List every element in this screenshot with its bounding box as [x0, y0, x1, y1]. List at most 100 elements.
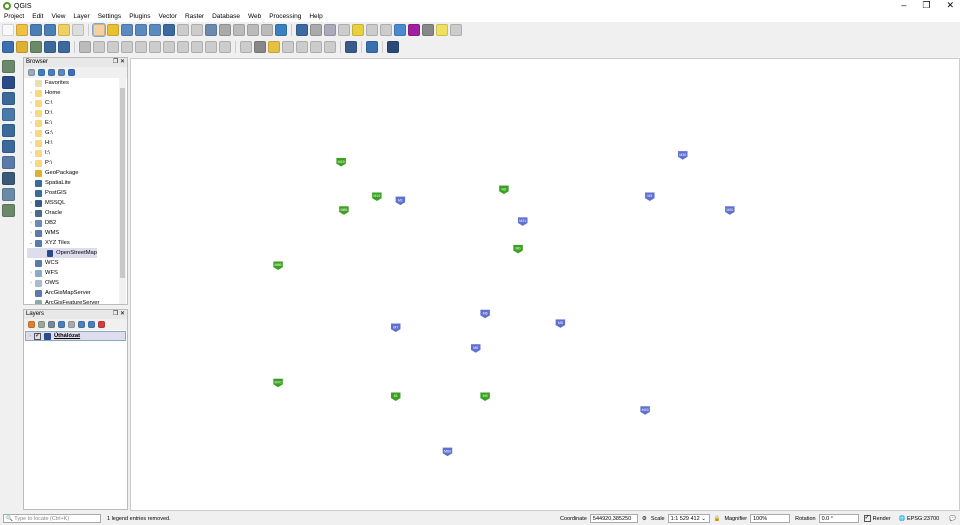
expand-arrow-icon[interactable]: ›: [27, 280, 35, 286]
crs-button[interactable]: 🌐 EPSG:23700: [899, 516, 940, 522]
add-raster-layer-icon[interactable]: [2, 76, 15, 89]
layout-manager-icon[interactable]: [72, 24, 84, 36]
browser-scrollbar[interactable]: [119, 78, 126, 304]
pin-labels-icon[interactable]: [254, 41, 266, 53]
float-panel-icon[interactable]: ❐: [113, 59, 118, 65]
add-postgis-icon[interactable]: [2, 140, 15, 153]
select-icon[interactable]: [324, 24, 336, 36]
rotation-spinbox[interactable]: 0.0 °: [818, 514, 859, 523]
layer-item[interactable]: › ✓ Úthálózat: [25, 331, 126, 341]
zoom-layer-icon[interactable]: [191, 24, 203, 36]
add-mesh-layer-icon[interactable]: [2, 92, 15, 105]
toggle-extents-icon[interactable]: ⚙: [642, 516, 647, 522]
help-icon[interactable]: [387, 41, 399, 53]
browser-item[interactable]: › DB2: [27, 218, 127, 228]
add-delimited-text-icon[interactable]: [2, 108, 15, 121]
zoom-next-icon[interactable]: [219, 24, 231, 36]
label-icon[interactable]: [240, 41, 252, 53]
browser-item[interactable]: SpatiaLite: [27, 178, 127, 188]
collapse-icon[interactable]: [58, 69, 65, 76]
pan-to-selection-icon[interactable]: [107, 24, 119, 36]
magnifier-spinbox[interactable]: 100%: [750, 514, 791, 523]
browser-item[interactable]: WCS: [27, 258, 127, 268]
filter-expression-icon[interactable]: [68, 321, 75, 328]
menu-processing[interactable]: Processing: [265, 12, 305, 22]
menu-database[interactable]: Database: [208, 12, 244, 22]
menu-view[interactable]: View: [47, 12, 69, 22]
browser-item[interactable]: › C:\: [27, 98, 127, 108]
pan-icon[interactable]: [92, 23, 106, 37]
new-3d-view-icon[interactable]: [247, 24, 259, 36]
menu-web[interactable]: Web: [244, 12, 265, 22]
expand-arrow-icon[interactable]: ›: [27, 120, 35, 126]
expand-arrow-icon[interactable]: ›: [27, 220, 35, 226]
add-selected-icon[interactable]: [28, 69, 35, 76]
browser-item[interactable]: ArcGisFeatureServer: [27, 298, 127, 304]
close-panel-icon[interactable]: ✕: [120, 311, 125, 317]
add-wfs-icon[interactable]: [2, 188, 15, 201]
new-virtual-layer-icon[interactable]: [58, 41, 70, 53]
menu-vector[interactable]: Vector: [155, 12, 181, 22]
python-console-icon[interactable]: [366, 41, 378, 53]
layer-labeling-icon[interactable]: [268, 41, 280, 53]
browser-item[interactable]: PostGIS: [27, 188, 127, 198]
map-canvas[interactable]: M15 M85 M19 M1 M2 M31 M0 M86 M7 M6 M5 M6 M70 61 M9 M43 M…: [130, 58, 960, 511]
menu-project[interactable]: Project: [0, 12, 28, 22]
identify-icon[interactable]: [296, 24, 308, 36]
close-panel-icon[interactable]: ✕: [120, 59, 125, 65]
menu-layer[interactable]: Layer: [69, 12, 93, 22]
close-button[interactable]: ✕: [946, 0, 954, 11]
manage-themes-icon[interactable]: [48, 321, 55, 328]
save-project-icon[interactable]: [30, 24, 42, 36]
zoom-in-icon[interactable]: [121, 24, 133, 36]
zoom-out-icon[interactable]: [135, 24, 147, 36]
road-network-map[interactable]: M15 M85 M19 M1 M2 M31 M0 M86 M7 M6 M5 M6 M70 61 M9 M43 M…: [131, 59, 960, 512]
sigma-icon[interactable]: [408, 24, 420, 36]
attribute-table-icon[interactable]: [352, 24, 364, 36]
expand-arrow-icon[interactable]: ›: [27, 130, 35, 136]
add-spatialite-icon[interactable]: [2, 124, 15, 137]
vertex-tool-icon[interactable]: [135, 41, 147, 53]
add-wcs-icon[interactable]: [2, 172, 15, 185]
deselect-icon[interactable]: [338, 24, 350, 36]
browser-item[interactable]: › D:\: [27, 108, 127, 118]
new-print-layout-icon[interactable]: [58, 24, 70, 36]
add-group-icon[interactable]: [38, 321, 45, 328]
browser-item[interactable]: OpenStreetMap: [27, 248, 97, 258]
copy-icon[interactable]: [177, 41, 189, 53]
expand-arrow-icon[interactable]: ›: [27, 230, 35, 236]
expand-arrow-icon[interactable]: ›: [27, 210, 35, 216]
browser-item[interactable]: › MSSQL: [27, 198, 127, 208]
paste-icon[interactable]: [191, 41, 203, 53]
stats-icon[interactable]: [380, 24, 392, 36]
browser-item[interactable]: › E:\: [27, 118, 127, 128]
filter-icon[interactable]: [48, 69, 55, 76]
text-annotation-icon[interactable]: [450, 24, 462, 36]
add-feature-icon[interactable]: [121, 41, 133, 53]
browser-item[interactable]: Favorites: [27, 78, 127, 88]
render-checkbox[interactable]: ✓: [863, 515, 871, 522]
new-map-view-icon[interactable]: [233, 24, 245, 36]
globe-plugin-icon[interactable]: [345, 41, 357, 53]
menu-raster[interactable]: Raster: [181, 12, 208, 22]
browser-item[interactable]: › OWS: [27, 278, 127, 288]
menu-plugins[interactable]: Plugins: [125, 12, 154, 22]
browser-item[interactable]: › Oracle: [27, 208, 127, 218]
browser-item[interactable]: GeoPackage: [27, 168, 127, 178]
restore-button[interactable]: ❐: [922, 0, 930, 11]
new-geopackage-icon[interactable]: [16, 41, 28, 53]
add-wms-icon[interactable]: [2, 156, 15, 169]
browser-item[interactable]: ArcGisMapServer: [27, 288, 127, 298]
menu-edit[interactable]: Edit: [28, 12, 47, 22]
browser-item[interactable]: › I:\: [27, 148, 127, 158]
browser-item[interactable]: › WMS: [27, 228, 127, 238]
current-edits-icon[interactable]: [79, 41, 91, 53]
zoom-full-icon[interactable]: [163, 24, 175, 36]
browser-item[interactable]: › WFS: [27, 268, 127, 278]
browser-item[interactable]: › P:\: [27, 158, 127, 168]
redo-icon[interactable]: [219, 41, 231, 53]
expand-arrow-icon[interactable]: ›: [27, 90, 35, 96]
lock-scale-icon[interactable]: 🔒: [714, 516, 721, 522]
new-shapefile-icon[interactable]: [30, 41, 42, 53]
locator-search-input[interactable]: 🔍 Type to locate (Ctrl+K): [3, 514, 101, 523]
